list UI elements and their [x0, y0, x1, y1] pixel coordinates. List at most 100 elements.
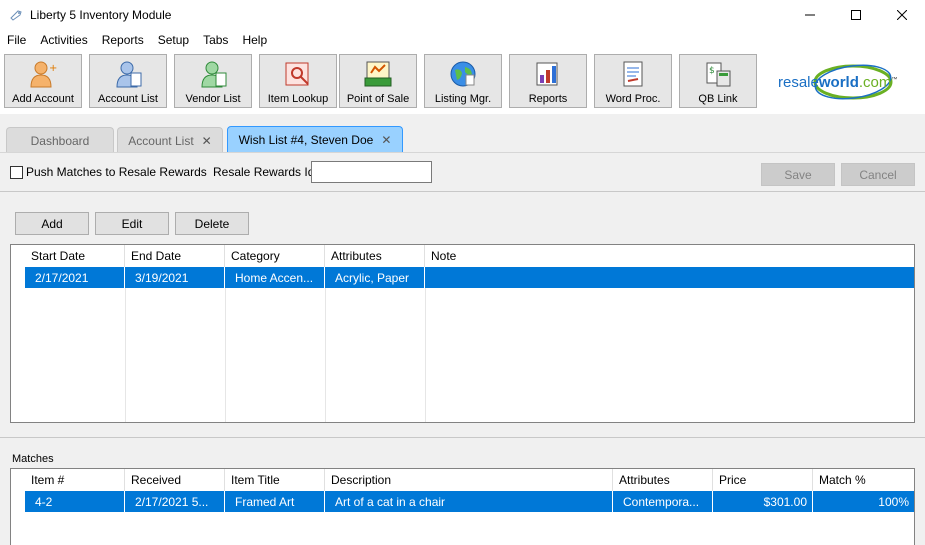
close-button[interactable]	[879, 0, 925, 30]
column-header-note[interactable]: Note	[425, 245, 914, 267]
vendor-list-label: Vendor List	[185, 93, 241, 105]
title-bar: Liberty 5 Inventory Module	[0, 0, 925, 30]
cell-end-date: 3/19/2021	[125, 267, 225, 288]
listing-manager-label: Listing Mgr.	[434, 93, 492, 105]
table-row[interactable]: 2/17/2021 3/19/2021 Home Accen... Acryli…	[25, 267, 914, 288]
svg-text:resaleworld.com™: resaleworld.com™	[778, 74, 897, 91]
grid-line	[325, 288, 326, 422]
qb-link-icon: $	[706, 62, 731, 87]
account-list-button[interactable]: Account List	[89, 54, 167, 108]
qb-link-label: QB Link	[698, 93, 738, 105]
close-icon	[897, 10, 907, 20]
menu-reports[interactable]: Reports	[95, 33, 151, 47]
menu-tabs[interactable]: Tabs	[196, 33, 235, 47]
cell-item-title: Framed Art	[225, 491, 325, 512]
logo-part-com: .com	[859, 74, 892, 91]
wishlist-header: Start Date End Date Category Attributes …	[25, 245, 914, 267]
resaleworld-logo: resaleworld.com™	[778, 64, 897, 100]
divider	[0, 437, 925, 438]
cancel-button[interactable]: Cancel	[841, 163, 915, 186]
save-button[interactable]: Save	[761, 163, 835, 186]
reports-label: Reports	[528, 93, 568, 105]
tab-close-icon[interactable]: ✕	[381, 133, 391, 147]
tab-close-icon[interactable]: ✕	[202, 134, 212, 148]
word-processor-icon	[623, 61, 643, 87]
cell-price: $301.00	[713, 491, 813, 512]
cell-item-number: 4-2	[25, 491, 125, 512]
tab-account-list[interactable]: Account List ✕	[117, 127, 223, 153]
point-of-sale-icon	[364, 61, 392, 87]
vendor-list-icon	[201, 61, 227, 88]
item-lookup-icon	[285, 62, 309, 86]
cell-description: Art of a cat in a chair	[325, 491, 613, 512]
matches-label: Matches	[12, 453, 54, 465]
push-matches-label: Push Matches to Resale Rewards	[26, 165, 207, 179]
column-header-end-date[interactable]: End Date	[125, 245, 225, 267]
column-header-price[interactable]: Price	[713, 469, 813, 491]
tab-wish-list-label: Wish List #4, Steven Doe	[238, 133, 374, 147]
matches-header: Item # Received Item Title Description A…	[25, 469, 914, 491]
account-list-label: Account List	[98, 93, 158, 105]
menu-help[interactable]: Help	[235, 33, 274, 47]
grid-line	[225, 288, 226, 422]
app-icon	[10, 10, 22, 21]
column-header-attributes[interactable]: Attributes	[613, 469, 713, 491]
svg-text:$: $	[709, 66, 715, 76]
maximize-icon	[851, 10, 861, 20]
delete-button[interactable]: Delete	[175, 212, 249, 235]
tab-dashboard-label: Dashboard	[30, 133, 90, 148]
item-lookup-button[interactable]: Item Lookup	[259, 54, 337, 108]
column-header-description[interactable]: Description	[325, 469, 613, 491]
cell-category: Home Accen...	[225, 267, 325, 288]
listing-manager-icon	[450, 61, 476, 87]
tab-wish-list[interactable]: Wish List #4, Steven Doe ✕	[227, 126, 403, 153]
wishlist-grid: Start Date End Date Category Attributes …	[10, 244, 915, 423]
tab-dashboard[interactable]: Dashboard	[6, 127, 114, 153]
account-list-icon	[116, 61, 142, 88]
logo-trademark: ™	[891, 76, 897, 83]
add-account-button[interactable]: + Add Account	[4, 54, 82, 108]
grid-line	[125, 288, 126, 422]
add-account-icon: +	[30, 61, 57, 88]
cell-attributes: Acrylic, Paper	[325, 267, 425, 288]
menu-bar: File Activities Reports Setup Tabs Help	[0, 30, 925, 50]
window-title: Liberty 5 Inventory Module	[30, 8, 172, 22]
resale-rewards-label: Resale Rewards Id	[213, 165, 315, 179]
minimize-icon	[805, 14, 815, 16]
column-header-item-title[interactable]: Item Title	[225, 469, 325, 491]
edit-button[interactable]: Edit	[95, 212, 169, 235]
svg-text:+: +	[49, 63, 57, 74]
item-lookup-label: Item Lookup	[267, 93, 329, 105]
menu-file[interactable]: File	[0, 33, 33, 47]
cell-note	[425, 267, 914, 288]
point-of-sale-button[interactable]: Point of Sale	[339, 54, 417, 108]
column-header-attributes[interactable]: Attributes	[325, 245, 425, 267]
cell-attributes: Contempora...	[613, 491, 713, 512]
column-header-start-date[interactable]: Start Date	[25, 245, 125, 267]
reports-button[interactable]: Reports	[509, 54, 587, 108]
tab-strip: Dashboard Account List ✕ Wish List #4, S…	[0, 114, 925, 153]
column-header-received[interactable]: Received	[125, 469, 225, 491]
column-header-category[interactable]: Category	[225, 245, 325, 267]
menu-activities[interactable]: Activities	[33, 33, 94, 47]
minimize-button[interactable]	[787, 0, 833, 30]
point-of-sale-label: Point of Sale	[346, 93, 410, 105]
word-processor-label: Word Proc.	[605, 93, 661, 105]
maximize-button[interactable]	[833, 0, 879, 30]
resale-rewards-input[interactable]	[311, 161, 432, 183]
table-row[interactable]: 4-2 2/17/2021 5... Framed Art Art of a c…	[25, 491, 914, 512]
push-matches-checkbox[interactable]	[10, 166, 23, 179]
vendor-list-button[interactable]: Vendor List	[174, 54, 252, 108]
reports-icon	[536, 62, 558, 86]
logo-part-resale: resale	[778, 74, 819, 91]
add-button[interactable]: Add	[15, 212, 89, 235]
cell-start-date: 2/17/2021	[25, 267, 125, 288]
column-header-match-percent[interactable]: Match %	[813, 469, 914, 491]
logo-part-world: world	[818, 74, 859, 91]
qb-link-button[interactable]: $ QB Link	[679, 54, 757, 108]
listing-manager-button[interactable]: Listing Mgr.	[424, 54, 502, 108]
word-processor-button[interactable]: Word Proc.	[594, 54, 672, 108]
cell-match-percent: 100%	[878, 494, 909, 509]
column-header-item-number[interactable]: Item #	[25, 469, 125, 491]
menu-setup[interactable]: Setup	[151, 33, 196, 47]
